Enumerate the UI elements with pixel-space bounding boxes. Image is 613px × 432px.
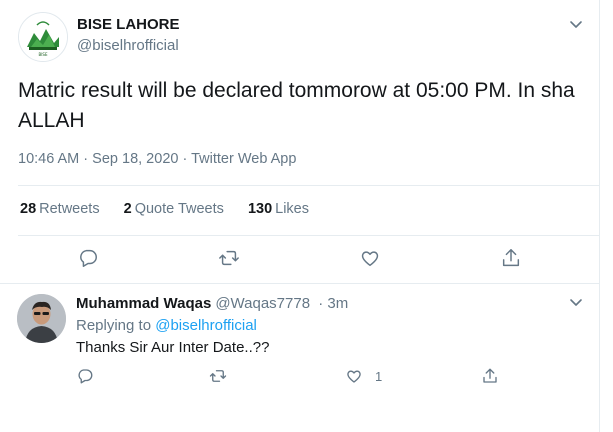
- reply-reply-button[interactable]: [76, 366, 94, 386]
- tweet-author-handle[interactable]: @biselhrofficial: [77, 37, 179, 54]
- heart-icon: [345, 367, 363, 385]
- likes-label: Likes: [275, 201, 309, 217]
- tweet-time[interactable]: 10:46 AM: [18, 151, 79, 167]
- likes-count: 130: [247, 201, 273, 217]
- retweet-icon[interactable]: [218, 247, 240, 269]
- tweet-stats: 28 Retweets 2 Quote Tweets 130 Likes: [20, 201, 329, 217]
- share-icon[interactable]: [500, 247, 522, 269]
- tweet-meta: 10:46 AM · Sep 18, 2020 · Twitter Web Ap…: [18, 151, 296, 167]
- replying-to-link[interactable]: @biselhrofficial: [155, 317, 257, 334]
- meta-separator: ·: [182, 151, 188, 167]
- meta-separator: ·: [83, 151, 89, 167]
- avatar[interactable]: [17, 294, 66, 343]
- retweets-stat[interactable]: 28 Retweets: [20, 201, 100, 217]
- reply-share-button[interactable]: [481, 366, 499, 386]
- tweet-text: Matric result will be declared tommorow …: [18, 79, 575, 132]
- tweet-author-name[interactable]: BISE LAHORE: [77, 16, 180, 33]
- reply-separator: ·: [318, 295, 324, 312]
- reply-retweet-button[interactable]: [209, 366, 227, 386]
- reply-age[interactable]: 3m: [327, 295, 348, 312]
- bise-logo-avatar[interactable]: BISE: [18, 12, 68, 62]
- reply-tweet[interactable]: Muhammad Waqas @Waqas7778 · 3m Replying t…: [0, 284, 600, 432]
- svg-text:BISE: BISE: [39, 52, 48, 57]
- reply-like-count: 1: [375, 368, 383, 384]
- tweet-date[interactable]: Sep 18, 2020: [92, 151, 178, 167]
- tweet-actions: [0, 247, 600, 273]
- likes-stat[interactable]: 130 Likes: [248, 201, 309, 217]
- reply-like-button[interactable]: 1: [345, 366, 382, 386]
- reply-icon: [76, 367, 94, 385]
- tweet-source[interactable]: Twitter Web App: [191, 151, 296, 167]
- quotes-count: 2: [123, 201, 132, 217]
- share-icon: [481, 367, 499, 385]
- reply-author-name[interactable]: Muhammad Waqas: [76, 295, 211, 312]
- tweet-card: BISE BISE LAHORE @biselhrofficial Matric…: [0, 0, 600, 432]
- replying-to: Replying to @biselhrofficial: [76, 317, 257, 334]
- heart-icon[interactable]: [359, 247, 381, 269]
- reply-icon[interactable]: [77, 247, 99, 269]
- reply-author-handle[interactable]: @Waqas7778: [215, 295, 310, 312]
- quote-tweets-stat[interactable]: 2 Quote Tweets: [124, 201, 224, 217]
- divider: [18, 185, 599, 186]
- quotes-label: Quote Tweets: [134, 201, 224, 217]
- retweet-icon: [209, 367, 227, 385]
- retweets-count: 28: [20, 201, 37, 217]
- chevron-down-icon[interactable]: [568, 294, 584, 310]
- replying-prefix: Replying to: [76, 317, 152, 334]
- reply-author-line: Muhammad Waqas @Waqas7778 · 3m: [76, 295, 348, 312]
- retweets-label: Retweets: [39, 201, 100, 217]
- reply-text: Thanks Sir Aur Inter Date..??: [76, 339, 270, 356]
- chevron-down-icon[interactable]: [568, 16, 584, 32]
- tweet-header: BISE BISE LAHORE @biselhrofficial: [18, 10, 588, 62]
- divider: [18, 235, 599, 236]
